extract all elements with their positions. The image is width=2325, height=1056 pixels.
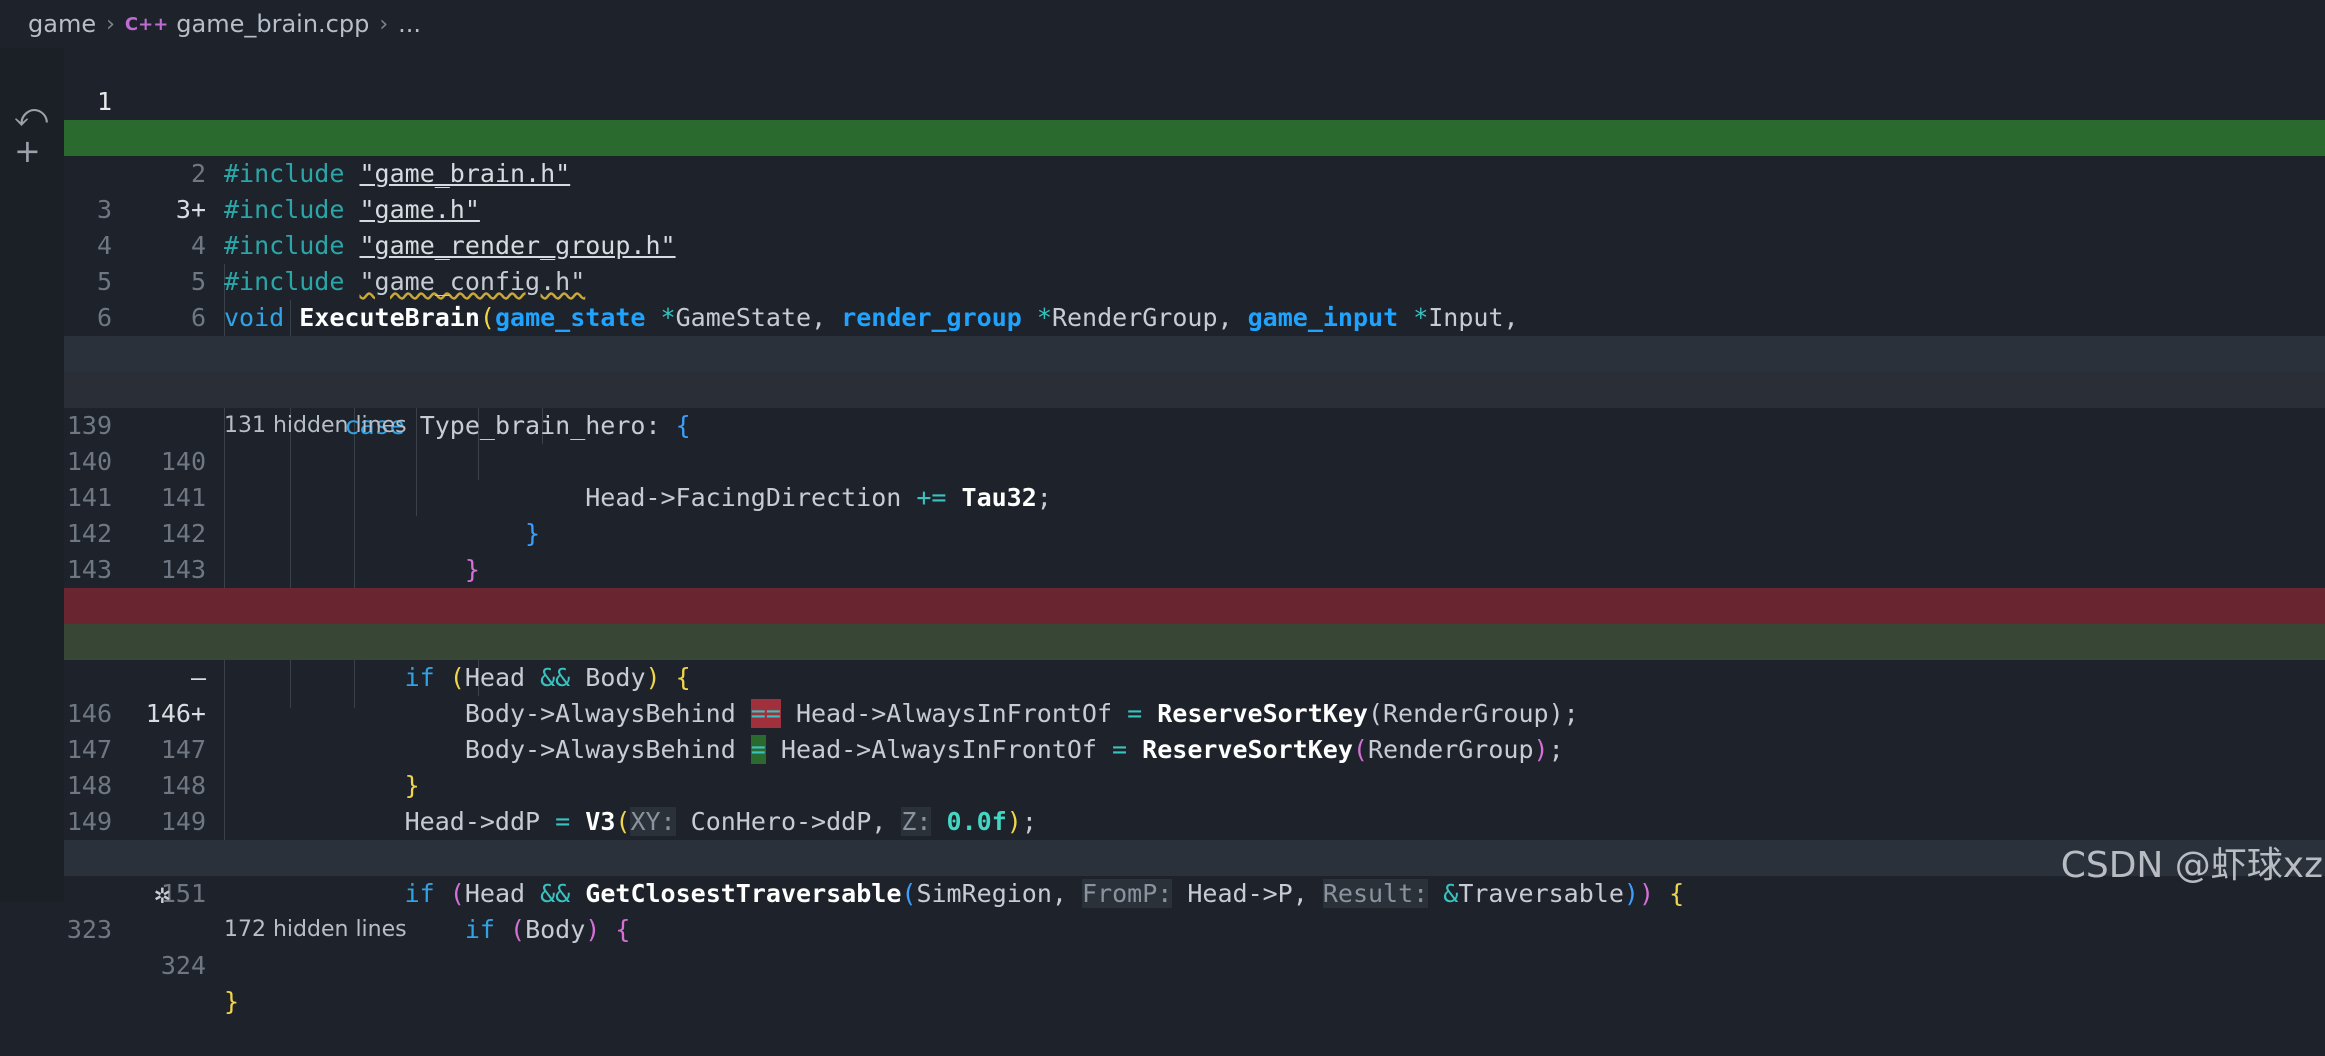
code-line[interactable]: 141 142 } <box>64 444 2325 584</box>
watermark: CSDN @虾球xz <box>2060 845 2323 886</box>
code-line[interactable]: 6 7 switch (Brain->Type) { <box>64 264 2325 404</box>
code-line[interactable]: 5 6 game_mode_world *WorldMode, sim_regi… <box>64 228 2325 368</box>
hidden-lines-label: 172 hidden lines <box>224 917 407 942</box>
code-line[interactable]: 146 147 } <box>64 660 2325 800</box>
breadcrumb: game › C++ game_brain.cpp › ... <box>0 0 2325 48</box>
code-line[interactable]: 323 324 } <box>64 876 2325 1016</box>
hidden-lines-fold[interactable]: ✲ 172 hidden lines <box>64 840 2325 942</box>
code-line[interactable]: 148 149 traversable_reference Traversabl… <box>64 732 2325 872</box>
breadcrumb-file[interactable]: game_brain.cpp <box>176 10 369 38</box>
code-line-added[interactable]: 3+ #include "game_render_group.h" <box>64 120 2325 260</box>
code-line[interactable]: 140 141 } <box>64 408 2325 548</box>
chevron-right-icon: › <box>106 11 115 37</box>
code-line[interactable]: 149 150 if (Head && GetClosestTraversabl… <box>64 768 2325 908</box>
code-text: } <box>224 987 240 1016</box>
code-line[interactable]: 144 145 if (Head && Body) { <box>64 552 2325 692</box>
code-editor[interactable]: 1 1 #include "game_brain.h" 2 2 #include… <box>64 48 2325 1016</box>
cpp-file-icon: C++ <box>124 13 169 35</box>
breadcrumb-folder[interactable]: game <box>28 10 96 38</box>
code-line-deleted[interactable]: 145 — Body->AlwaysBehind == Head->Always… <box>64 588 2325 728</box>
code-line[interactable]: 142 143 } <box>64 480 2325 620</box>
chevron-right-icon: › <box>379 11 389 37</box>
code-line-added[interactable]: 146+ Body->AlwaysBehind = Head->AlwaysIn… <box>64 624 2325 764</box>
code-line[interactable]: 2 2 #include "game.h" <box>64 84 2325 224</box>
code-line[interactable]: 143 144 <box>64 516 2325 620</box>
hidden-lines-fold[interactable]: ✲ 131 hidden lines <box>64 336 2325 438</box>
diff-gutter: ⤺ + <box>0 48 64 902</box>
code-line[interactable]: 147 148 Head->ddP = V3(XY: ConHero->ddP,… <box>64 696 2325 836</box>
code-line[interactable]: 139 140 Head->FacingDirection += Tau32; <box>64 372 2325 512</box>
code-line[interactable]: 4 5 void ExecuteBrain(game_state *GameSt… <box>64 192 2325 332</box>
code-line[interactable]: 7 8 case Type_brain_hero: { <box>64 300 2325 440</box>
code-line[interactable]: 3 4 #include "game_config.h" <box>64 156 2325 296</box>
line-number-new: 324 <box>160 951 206 980</box>
breadcrumb-tail[interactable]: ... <box>398 10 421 38</box>
line-number-old: 323 <box>66 915 112 944</box>
add-icon[interactable]: + <box>14 132 41 170</box>
code-line[interactable]: 150 151 if (Body) { <box>64 804 2325 944</box>
code-line[interactable]: 1 1 #include "game_brain.h" <box>64 48 2325 188</box>
undo-icon[interactable]: ⤺ <box>14 96 48 135</box>
